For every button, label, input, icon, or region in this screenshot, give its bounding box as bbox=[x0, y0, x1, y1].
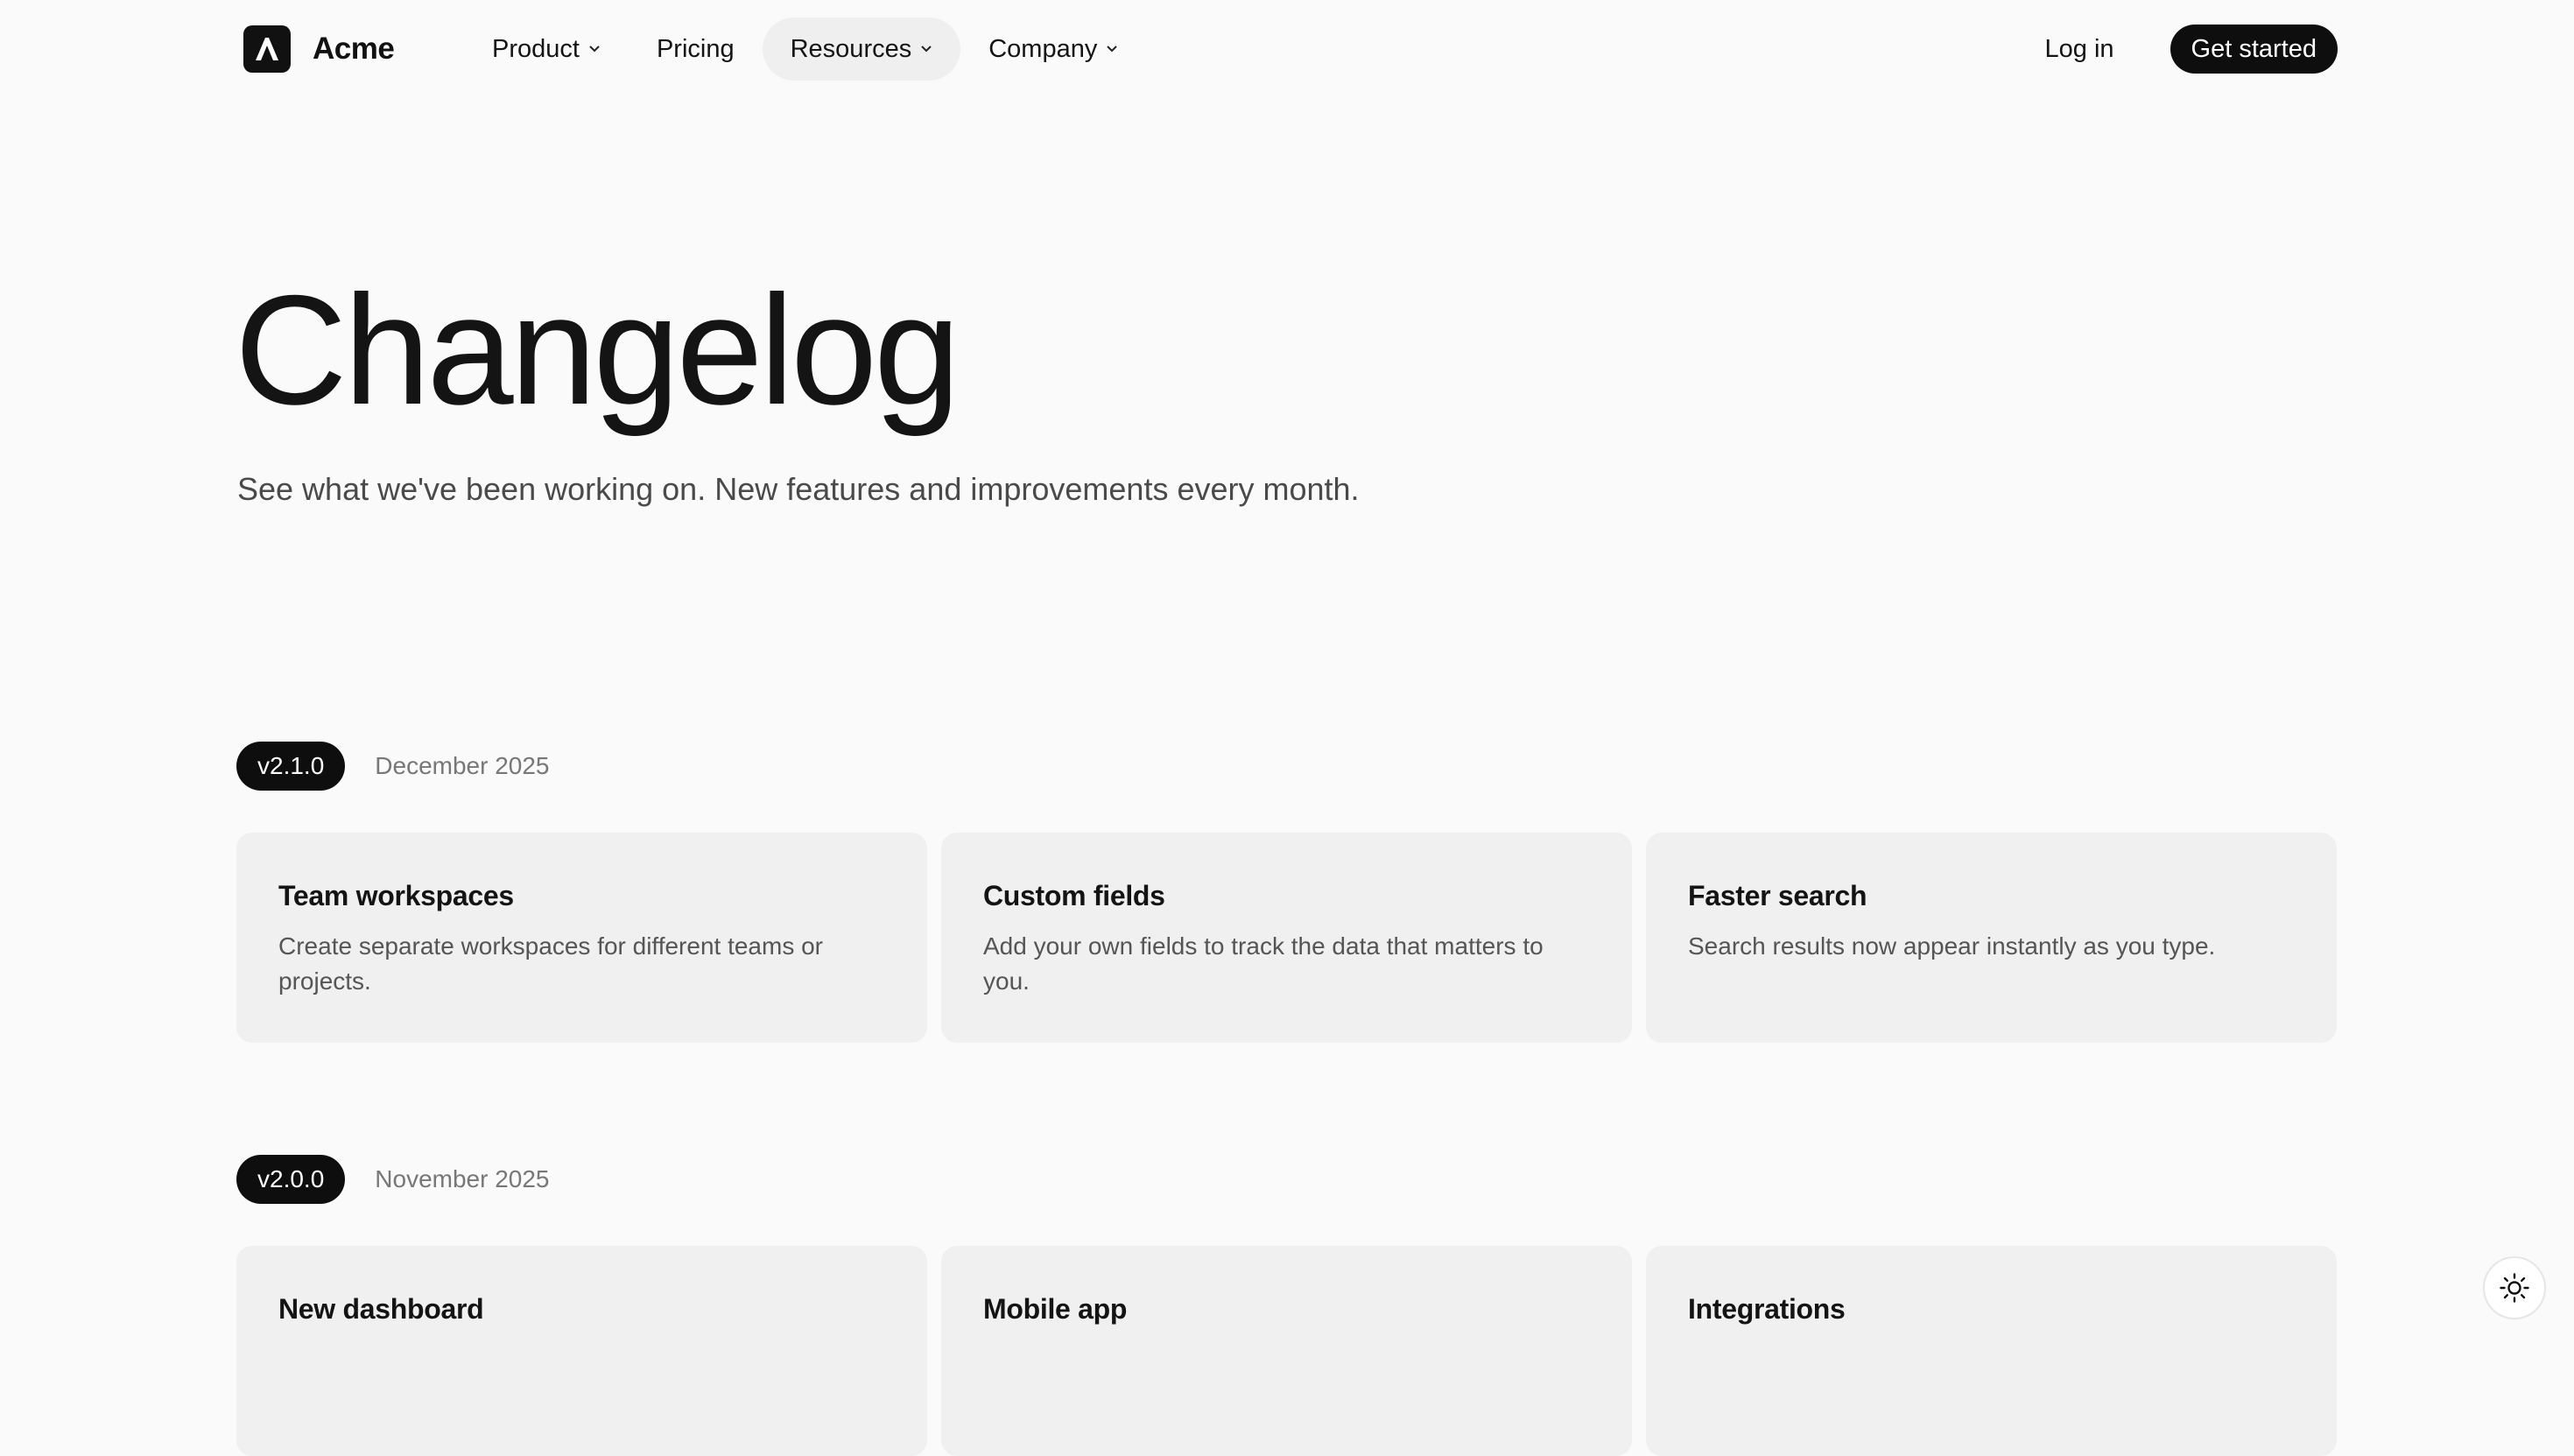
nav-item-product[interactable]: Product bbox=[464, 18, 629, 81]
page-subtitle: See what we've been working on. New feat… bbox=[237, 471, 1360, 507]
main-menu: Product Pricing Resources Company bbox=[464, 18, 1146, 81]
feature-description: Add your own fields to track the data th… bbox=[983, 932, 1544, 995]
nav-item-resources[interactable]: Resources bbox=[762, 18, 961, 81]
nav-item-pricing[interactable]: Pricing bbox=[629, 18, 763, 81]
feature-card: Integrations bbox=[1646, 1246, 2337, 1456]
version-badge: v2.1.0 bbox=[236, 742, 346, 791]
chevron-down-icon bbox=[588, 45, 601, 53]
acme-logo-icon bbox=[243, 25, 291, 73]
get-started-button[interactable]: Get started bbox=[2170, 25, 2338, 74]
feature-card: Faster search Search results now appear … bbox=[1646, 833, 2337, 1043]
chevron-down-icon bbox=[920, 45, 932, 53]
page-title: Changelog bbox=[235, 263, 960, 437]
nav-item-label: Company bbox=[988, 34, 1098, 63]
login-link[interactable]: Log in bbox=[2045, 35, 2114, 64]
nav-item-label: Product bbox=[492, 34, 580, 63]
theme-toggle-button[interactable] bbox=[2483, 1256, 2546, 1319]
nav-actions: Log in Get started bbox=[2045, 25, 2338, 74]
feature-description: Search results now appear instantly as y… bbox=[1688, 932, 2216, 960]
feature-card: New dashboard bbox=[236, 1246, 927, 1456]
feature-title: New dashboard bbox=[278, 1293, 484, 1325]
feature-card: Custom fields Add your own fields to tra… bbox=[941, 833, 1632, 1043]
brand-name: Acme bbox=[313, 32, 395, 66]
release-feature-list: Team workspaces Create separate workspac… bbox=[236, 833, 2338, 1043]
feature-title: Integrations bbox=[1688, 1293, 1846, 1325]
top-navigation: Acme Product Pricing Resources Company L… bbox=[0, 0, 2574, 98]
release-feature-list: New dashboard Mobile app Integrations bbox=[236, 1246, 2338, 1456]
release-date: November 2025 bbox=[375, 1165, 550, 1192]
feature-title: Team workspaces bbox=[278, 880, 514, 911]
release-header: v2.0.0 November 2025 bbox=[236, 1155, 550, 1204]
feature-card: Team workspaces Create separate workspac… bbox=[236, 833, 927, 1043]
feature-card: Mobile app bbox=[941, 1246, 1632, 1456]
brand-link[interactable]: Acme bbox=[243, 25, 395, 74]
feature-title: Faster search bbox=[1688, 880, 1867, 911]
nav-item-label: Resources bbox=[790, 34, 912, 63]
nav-item-company[interactable]: Company bbox=[960, 18, 1146, 81]
feature-description: Create separate workspaces for different… bbox=[278, 932, 824, 995]
sun-icon bbox=[2499, 1272, 2530, 1304]
version-badge: v2.0.0 bbox=[236, 1155, 346, 1204]
feature-title: Mobile app bbox=[983, 1293, 1128, 1325]
nav-item-label: Pricing bbox=[656, 34, 735, 63]
chevron-down-icon bbox=[1106, 45, 1118, 53]
release-date: December 2025 bbox=[375, 752, 550, 779]
release-header: v2.1.0 December 2025 bbox=[236, 742, 550, 791]
feature-title: Custom fields bbox=[983, 880, 1165, 911]
